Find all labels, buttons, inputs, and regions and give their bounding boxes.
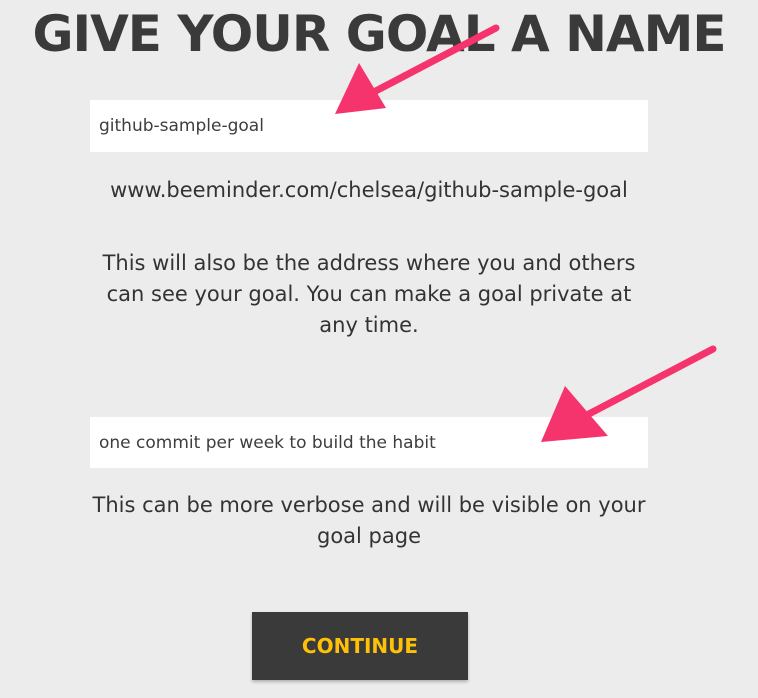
goal-name-input[interactable] — [90, 100, 648, 152]
page-title: GIVE YOUR GOAL A NAME — [32, 5, 726, 63]
goal-url-preview: www.beeminder.com/chelsea/github-sample-… — [110, 178, 628, 202]
continue-button[interactable]: CONTINUE — [252, 612, 468, 680]
goal-url-help-text: This will also be the address where you … — [102, 251, 636, 337]
goal-description-input[interactable] — [90, 417, 648, 468]
goal-description-help-text: This can be more verbose and will be vis… — [92, 493, 646, 548]
